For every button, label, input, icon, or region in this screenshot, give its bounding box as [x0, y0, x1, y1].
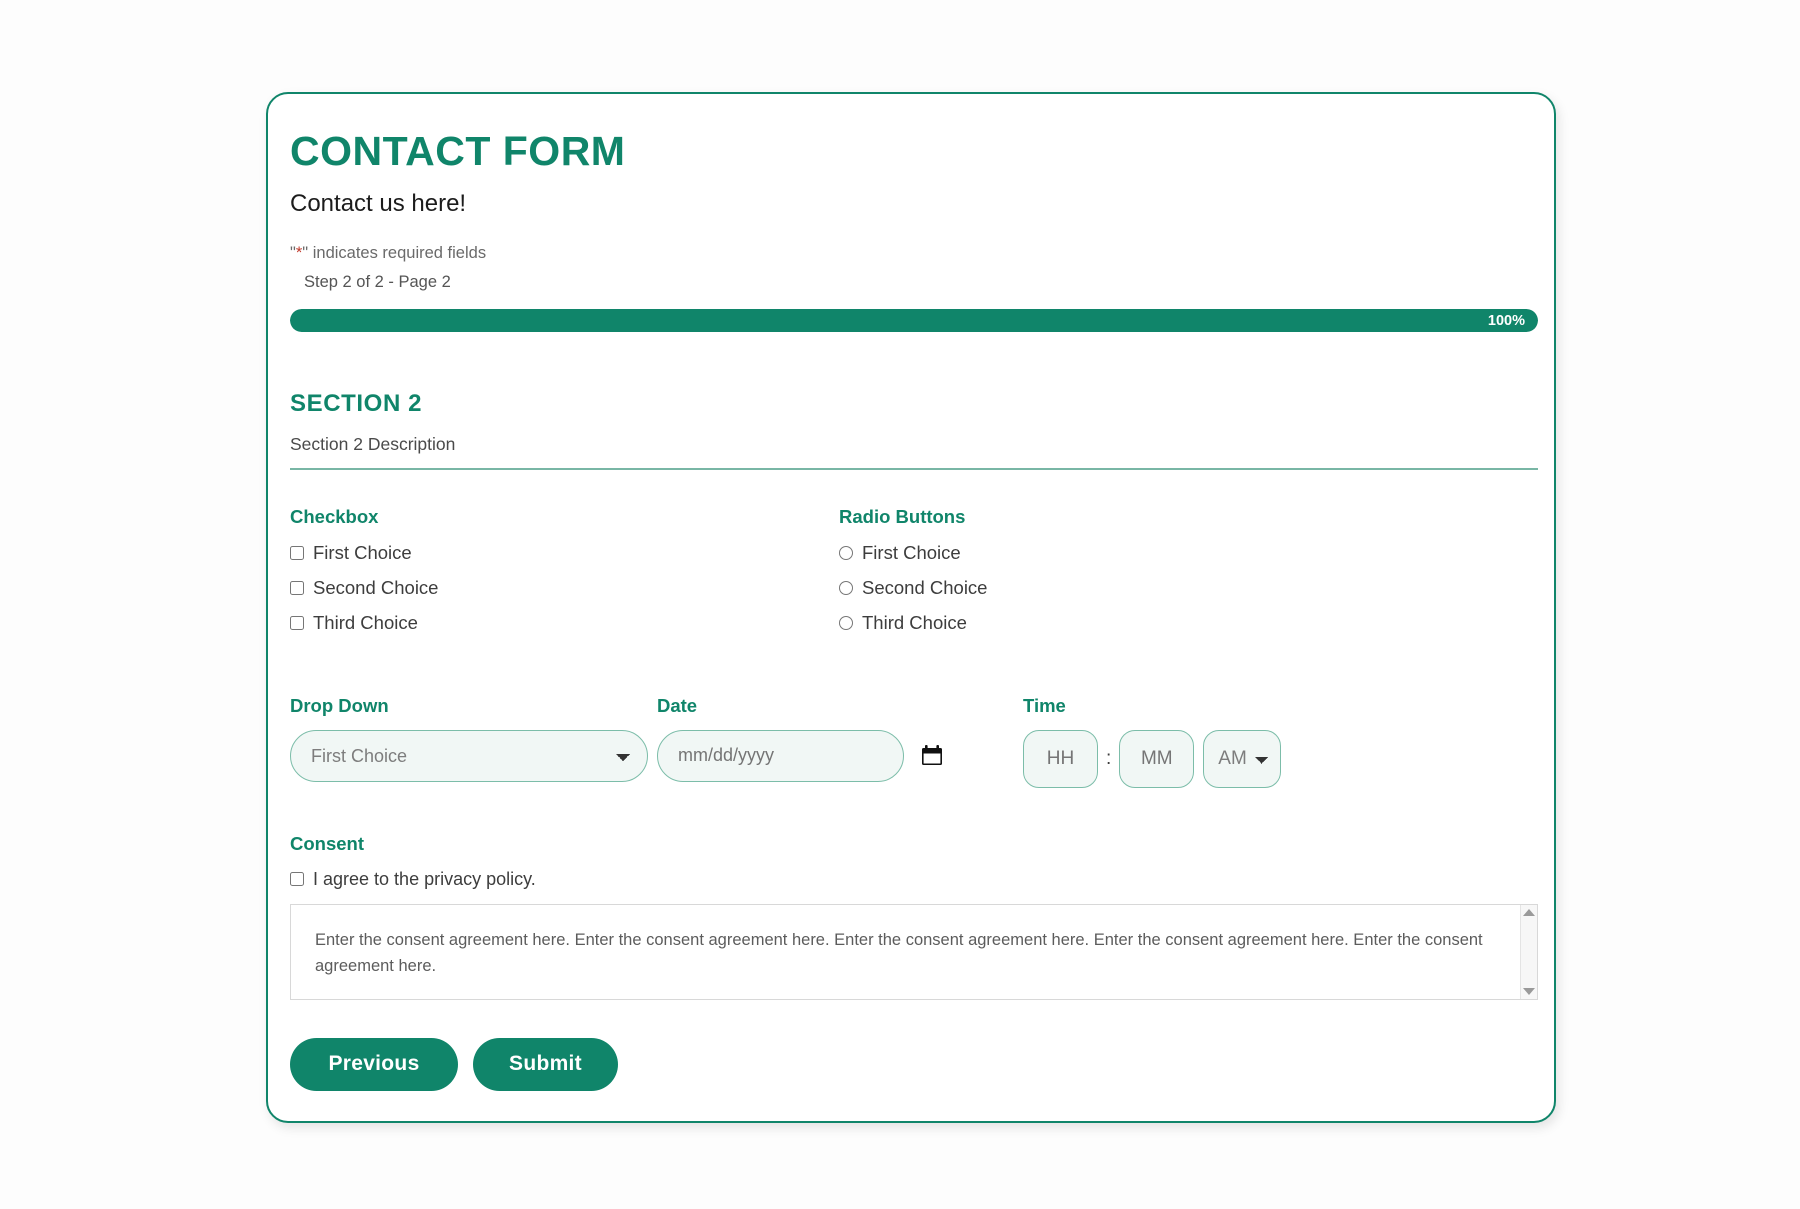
time-minute-input[interactable]: [1119, 729, 1195, 788]
checkbox-option-second[interactable]: Second Choice: [290, 577, 839, 599]
checkbox-label-third[interactable]: Third Choice: [313, 612, 418, 634]
form-actions: Previous Submit: [290, 1037, 1540, 1091]
submit-button[interactable]: Submit: [473, 1037, 618, 1091]
scroll-up-arrow-icon[interactable]: [1523, 908, 1535, 916]
checkbox-input-second[interactable]: [290, 580, 304, 595]
dropdown-select[interactable]: First Choice Second Choice Third Choice: [290, 729, 648, 782]
consent-checkbox-row[interactable]: I agree to the privacy policy.: [290, 869, 1540, 890]
progress-bar: 100%: [290, 309, 1538, 333]
page-title: CONTACT FORM: [290, 128, 626, 174]
checkbox-group: Checkbox First Choice Second Choice Thir…: [290, 506, 839, 647]
consent-checkbox-label[interactable]: I agree to the privacy policy.: [313, 869, 536, 890]
time-label: Time: [1023, 694, 1066, 716]
contact-form-card: CONTACT FORM Contact us here! "*" indica…: [266, 92, 1556, 1123]
consent-scrollbar[interactable]: [1520, 904, 1537, 999]
inputs-row: Drop Down First Choice Second Choice Thi…: [290, 695, 1540, 788]
radio-option-third[interactable]: Third Choice: [839, 612, 1379, 634]
radio-group-label: Radio Buttons: [839, 505, 966, 527]
date-field: Date: [657, 695, 1023, 782]
radio-input-first[interactable]: [839, 545, 853, 560]
page-background: CONTACT FORM Contact us here! "*" indica…: [0, 0, 1800, 1209]
radio-input-second[interactable]: [839, 580, 853, 595]
consent-label: Consent: [290, 832, 364, 854]
radio-label-third[interactable]: Third Choice: [862, 612, 967, 634]
checkbox-label-first[interactable]: First Choice: [313, 542, 412, 564]
consent-agreement-text: Enter the consent agreement here. Enter …: [315, 930, 1483, 976]
required-note-text: " indicates required fields: [302, 244, 487, 263]
section-title: SECTION 2: [290, 390, 423, 418]
previous-button[interactable]: Previous: [290, 1037, 458, 1091]
date-label: Date: [657, 694, 698, 716]
progress-bar-fill: 100%: [290, 309, 1538, 333]
radio-option-first[interactable]: First Choice: [839, 542, 1379, 564]
scroll-down-arrow-icon[interactable]: [1523, 987, 1535, 995]
dropdown-label: Drop Down: [290, 694, 389, 716]
checkbox-option-first[interactable]: First Choice: [290, 542, 839, 564]
section-divider: [290, 468, 1538, 470]
progress-percent-label: 100%: [1487, 312, 1525, 329]
time-ampm-select[interactable]: AM PM: [1203, 729, 1282, 788]
checkbox-input-first[interactable]: [290, 545, 304, 560]
checkbox-option-third[interactable]: Third Choice: [290, 612, 839, 634]
time-field: Time : AM PM: [1023, 695, 1323, 788]
consent-checkbox-input[interactable]: [290, 872, 304, 887]
consent-agreement-box: Enter the consent agreement here. Enter …: [290, 903, 1538, 1000]
checkbox-label-second[interactable]: Second Choice: [313, 577, 438, 599]
checkbox-group-label: Checkbox: [290, 505, 379, 527]
radio-label-second[interactable]: Second Choice: [862, 577, 987, 599]
step-indicator: Step 2 of 2 - Page 2: [304, 273, 451, 292]
radio-label-first[interactable]: First Choice: [862, 542, 961, 564]
time-hour-input[interactable]: [1023, 729, 1098, 788]
calendar-icon[interactable]: [921, 745, 943, 766]
radio-option-second[interactable]: Second Choice: [839, 577, 1379, 599]
radio-group: Radio Buttons First Choice Second Choice…: [839, 506, 1379, 647]
form-subtitle: Contact us here!: [290, 190, 467, 218]
date-input[interactable]: [657, 729, 904, 782]
radio-input-third[interactable]: [839, 615, 853, 630]
time-separator: :: [1106, 747, 1112, 769]
choices-row: Checkbox First Choice Second Choice Thir…: [290, 506, 1540, 647]
checkbox-input-third[interactable]: [290, 615, 304, 630]
section-description: Section 2 Description: [290, 434, 456, 455]
required-fields-note: "*" indicates required fields: [290, 244, 1540, 263]
dropdown-field: Drop Down First Choice Second Choice Thi…: [290, 695, 657, 782]
